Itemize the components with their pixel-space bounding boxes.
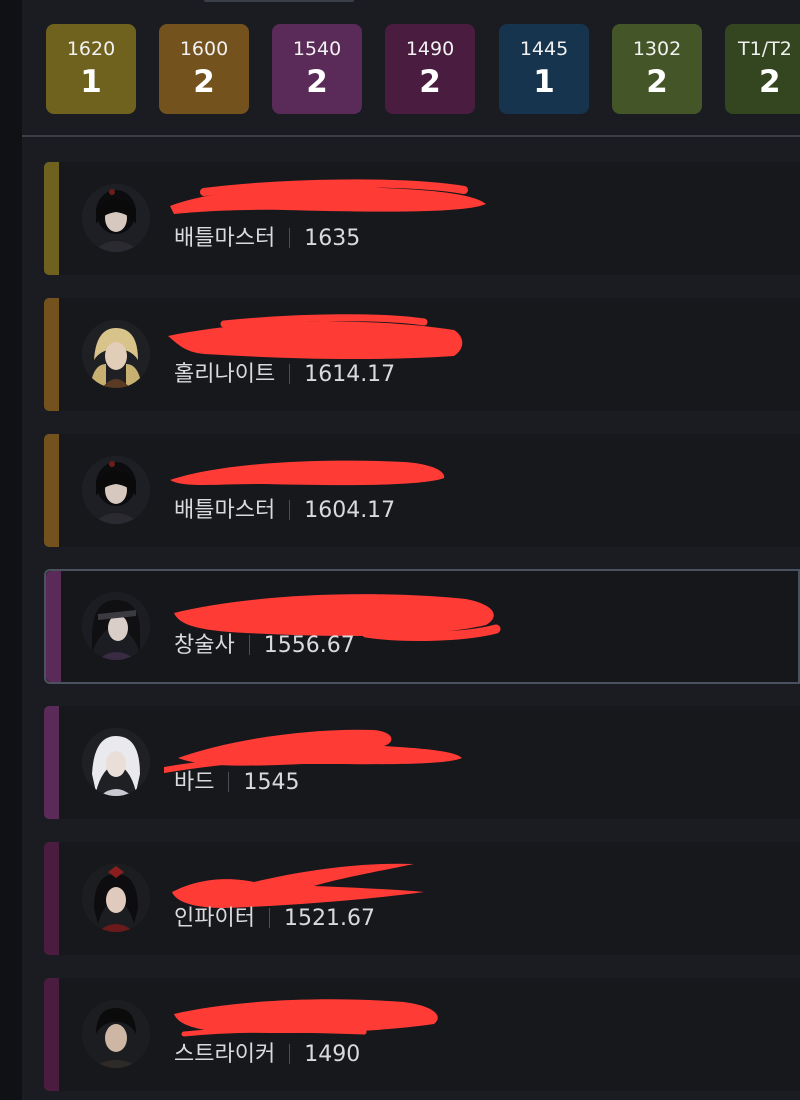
filter-level-label: T1/T2 — [738, 38, 792, 60]
tier-color-bar — [44, 706, 59, 819]
class-name: 홀리나이트 — [174, 362, 276, 387]
class-name: 배틀마스터 — [174, 226, 276, 251]
player-meta: 홀리나이트 1614.17 — [174, 362, 395, 388]
holyknight-portrait-icon — [82, 320, 150, 388]
filter-count: 2 — [306, 64, 328, 100]
redaction-mark — [170, 179, 486, 214]
infighter-portrait-icon — [82, 864, 150, 932]
meta-separator — [289, 1044, 291, 1064]
meta-separator — [228, 772, 230, 792]
filter-level-label: 1302 — [632, 38, 682, 60]
item-level: 1521.67 — [283, 906, 375, 931]
filter-level-label: 1445 — [519, 38, 569, 60]
item-level: 1604.17 — [304, 498, 396, 523]
meta-separator — [289, 228, 291, 248]
item-level-filter-row: 1620 1 1600 2 1540 2 1490 2 1445 1 1302 … — [22, 0, 800, 136]
meta-separator — [289, 364, 291, 384]
redaction-mark — [168, 314, 463, 360]
meta-separator — [289, 500, 291, 520]
raid-party-panel: 1620 1 1600 2 1540 2 1490 2 1445 1 1302 … — [22, 0, 800, 1100]
tier-color-bar — [44, 434, 59, 547]
item-level: 1545 — [243, 770, 300, 795]
player-meta: 인파이터 1521.67 — [174, 906, 375, 932]
class-name: 배틀마스터 — [174, 498, 276, 523]
lancemaster-portrait-icon — [82, 592, 150, 660]
item-level: 1490 — [304, 1042, 361, 1067]
filter-chip-t1-t2[interactable]: T1/T2 2 — [725, 24, 800, 114]
striker-portrait-icon — [82, 1000, 150, 1068]
player-card[interactable]: 스트라이커 1490 — [44, 978, 800, 1091]
player-meta: 배틀마스터 1604.17 — [174, 498, 395, 524]
tier-color-bar — [44, 298, 59, 411]
player-card[interactable]: 배틀마스터 1604.17 — [44, 434, 800, 547]
player-meta: 배틀마스터 1635 — [174, 226, 360, 252]
class-name: 창술사 — [174, 633, 235, 658]
tier-color-bar — [46, 571, 61, 682]
battlemaster-portrait-icon — [82, 456, 150, 524]
player-card[interactable]: 바드 1545 — [44, 706, 800, 819]
filter-level-label: 1540 — [292, 38, 342, 60]
filter-level-label: 1620 — [66, 38, 116, 60]
filter-chip-1600[interactable]: 1600 2 — [159, 24, 249, 114]
filter-count: 2 — [759, 64, 781, 100]
filter-chip-1540[interactable]: 1540 2 — [272, 24, 362, 114]
battlemaster-portrait-icon — [82, 184, 150, 252]
filter-count: 2 — [193, 64, 215, 100]
filter-level-label: 1600 — [179, 38, 229, 60]
player-card[interactable]: 홀리나이트 1614.17 — [44, 298, 800, 411]
player-meta: 바드 1545 — [174, 770, 299, 796]
player-list: 배틀마스터 1635 홀리나이트 1614.17 배틀마스터 1604.17 창… — [22, 137, 800, 1100]
filter-chip-1302[interactable]: 1302 2 — [612, 24, 702, 114]
item-level: 1635 — [304, 226, 361, 251]
filter-chip-1490[interactable]: 1490 2 — [385, 24, 475, 114]
filter-level-label: 1490 — [405, 38, 455, 60]
class-name: 인파이터 — [174, 906, 255, 931]
filter-count: 1 — [80, 64, 102, 100]
meta-separator — [268, 908, 270, 928]
player-card-selected[interactable]: 창술사 1556.67 — [44, 569, 800, 684]
filter-count: 2 — [646, 64, 668, 100]
player-meta: 스트라이커 1490 — [174, 1042, 360, 1068]
class-name: 스트라이커 — [174, 1042, 276, 1067]
class-name: 바드 — [174, 770, 215, 795]
left-rail — [0, 0, 22, 1100]
tier-color-bar — [44, 842, 59, 955]
item-level: 1556.67 — [263, 633, 355, 658]
player-card[interactable]: 인파이터 1521.67 — [44, 842, 800, 955]
filter-chip-1445[interactable]: 1445 1 — [499, 24, 589, 114]
player-meta: 창술사 1556.67 — [174, 633, 355, 659]
filter-count: 2 — [419, 64, 441, 100]
item-level: 1614.17 — [304, 362, 396, 387]
tier-color-bar — [44, 978, 59, 1091]
redaction-mark — [174, 999, 438, 1037]
filter-count: 1 — [533, 64, 555, 100]
meta-separator — [248, 635, 250, 655]
tier-color-bar — [44, 162, 59, 275]
filter-chip-1620[interactable]: 1620 1 — [46, 24, 136, 114]
redaction-mark — [170, 460, 445, 486]
bard-portrait-icon — [82, 728, 150, 796]
player-card[interactable]: 배틀마스터 1635 — [44, 162, 800, 275]
